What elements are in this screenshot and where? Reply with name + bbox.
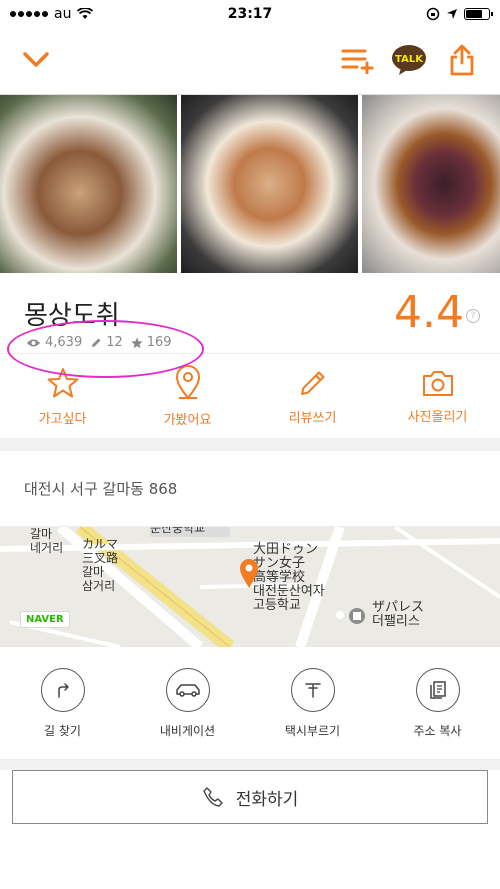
section-divider xyxy=(0,439,500,451)
been-there-button[interactable]: 가봤어요 xyxy=(125,354,250,438)
car-icon xyxy=(175,683,200,697)
camera-icon xyxy=(422,370,453,396)
nav-label: 길 찾기 xyxy=(44,723,81,738)
map-label: ザパレス 더팰리스 xyxy=(372,600,425,629)
address-text: 대전시 서구 갈마동 868 xyxy=(24,480,178,498)
signal-strength-icon xyxy=(10,11,48,17)
kakaotalk-share-button[interactable]: TALK xyxy=(389,42,429,78)
share-icon xyxy=(450,44,474,76)
location-arrow-icon xyxy=(447,9,457,19)
copy-icon xyxy=(429,680,446,699)
svg-text:TALK: TALK xyxy=(395,54,424,65)
rating-help-icon[interactable]: ? xyxy=(466,309,480,323)
directions-bar: 길 찾기 내비게이션 택시부르기 주소 복사 xyxy=(0,647,500,760)
map-label: 갈마 네거리 xyxy=(30,527,64,555)
star-icon xyxy=(131,337,143,348)
review-count: 12 xyxy=(106,335,123,350)
pencil-icon xyxy=(300,371,324,395)
map-label: 大田ドゥン サン女子 高等学校 대전둔산여자 고등학교 xyxy=(253,542,325,613)
map-view[interactable]: 갈마 네거리 カルマ 三叉路 갈마 삼거리 둔산중학교 大田ドゥン サン女子 高等学校 대전둔… xyxy=(0,527,500,647)
address-row[interactable]: 대전시 서구 갈마동 868 xyxy=(0,451,500,527)
food-photo[interactable] xyxy=(181,95,358,273)
food-photo[interactable] xyxy=(362,95,500,273)
clock: 23:17 xyxy=(227,6,273,22)
nav-label: 주소 복사 xyxy=(413,723,462,738)
call-label: 전화하기 xyxy=(235,789,299,810)
restaurant-info: 몽상도취 4,639 12 169 4.4 ? xyxy=(0,273,500,354)
want-to-go-button[interactable]: 가고싶다 xyxy=(0,354,125,438)
location-pin-icon xyxy=(175,364,200,400)
photo-gallery[interactable] xyxy=(0,95,500,273)
action-bar: 가고싶다 가봤어요 리뷰쓰기 사진올리기 xyxy=(0,354,500,439)
eye-icon xyxy=(27,339,40,346)
turn-arrow-icon xyxy=(57,682,69,698)
top-nav-bar: TALK xyxy=(0,28,500,95)
write-review-button[interactable]: 리뷰쓰기 xyxy=(250,354,375,438)
rotation-lock-icon xyxy=(426,7,440,21)
share-button[interactable] xyxy=(442,42,482,78)
action-label: 사진올리기 xyxy=(407,409,468,425)
collapse-button[interactable] xyxy=(16,42,56,78)
star-outline-icon xyxy=(47,367,78,397)
carrier-label: au xyxy=(54,6,72,22)
nav-label: 내비게이션 xyxy=(159,723,216,738)
status-bar: au 23:17 xyxy=(0,0,500,28)
add-to-list-button[interactable] xyxy=(338,42,378,78)
map-label: カルマ 三叉路 갈마 삼거리 xyxy=(82,537,119,593)
chevron-down-icon xyxy=(23,52,49,67)
phone-icon xyxy=(203,787,223,807)
copy-address-button[interactable]: 주소 복사 xyxy=(375,647,500,759)
directions-button[interactable]: 길 찾기 xyxy=(0,647,125,759)
wifi-icon xyxy=(77,8,94,19)
navigation-button[interactable]: 내비게이션 xyxy=(125,647,250,759)
list-add-icon xyxy=(341,49,374,74)
action-label: 가고싶다 xyxy=(38,411,87,427)
map-label: 둔산중학교 xyxy=(150,527,206,535)
call-taxi-button[interactable]: 택시부르기 xyxy=(250,647,375,759)
upload-photo-button[interactable]: 사진올리기 xyxy=(375,354,500,438)
call-button[interactable]: 전화하기 xyxy=(12,770,488,824)
action-label: 리뷰쓰기 xyxy=(288,410,337,426)
building-icon xyxy=(349,608,365,624)
view-count: 4,639 xyxy=(45,335,83,350)
food-photo[interactable] xyxy=(0,95,177,273)
pencil-icon xyxy=(92,338,101,347)
section-divider xyxy=(0,760,500,770)
nav-label: 택시부르기 xyxy=(284,723,341,738)
restaurant-name: 몽상도취 xyxy=(24,301,120,331)
naver-logo: NAVER xyxy=(20,611,70,628)
favorite-count: 169 xyxy=(146,335,172,350)
taxi-icon xyxy=(304,682,321,698)
stats-row: 4,639 12 169 xyxy=(26,335,172,350)
rating-score: 4.4 xyxy=(394,287,464,338)
talk-icon: TALK xyxy=(392,45,426,75)
action-label: 가봤어요 xyxy=(163,412,212,428)
map-marker-icon[interactable] xyxy=(238,557,260,589)
battery-icon xyxy=(464,8,493,20)
